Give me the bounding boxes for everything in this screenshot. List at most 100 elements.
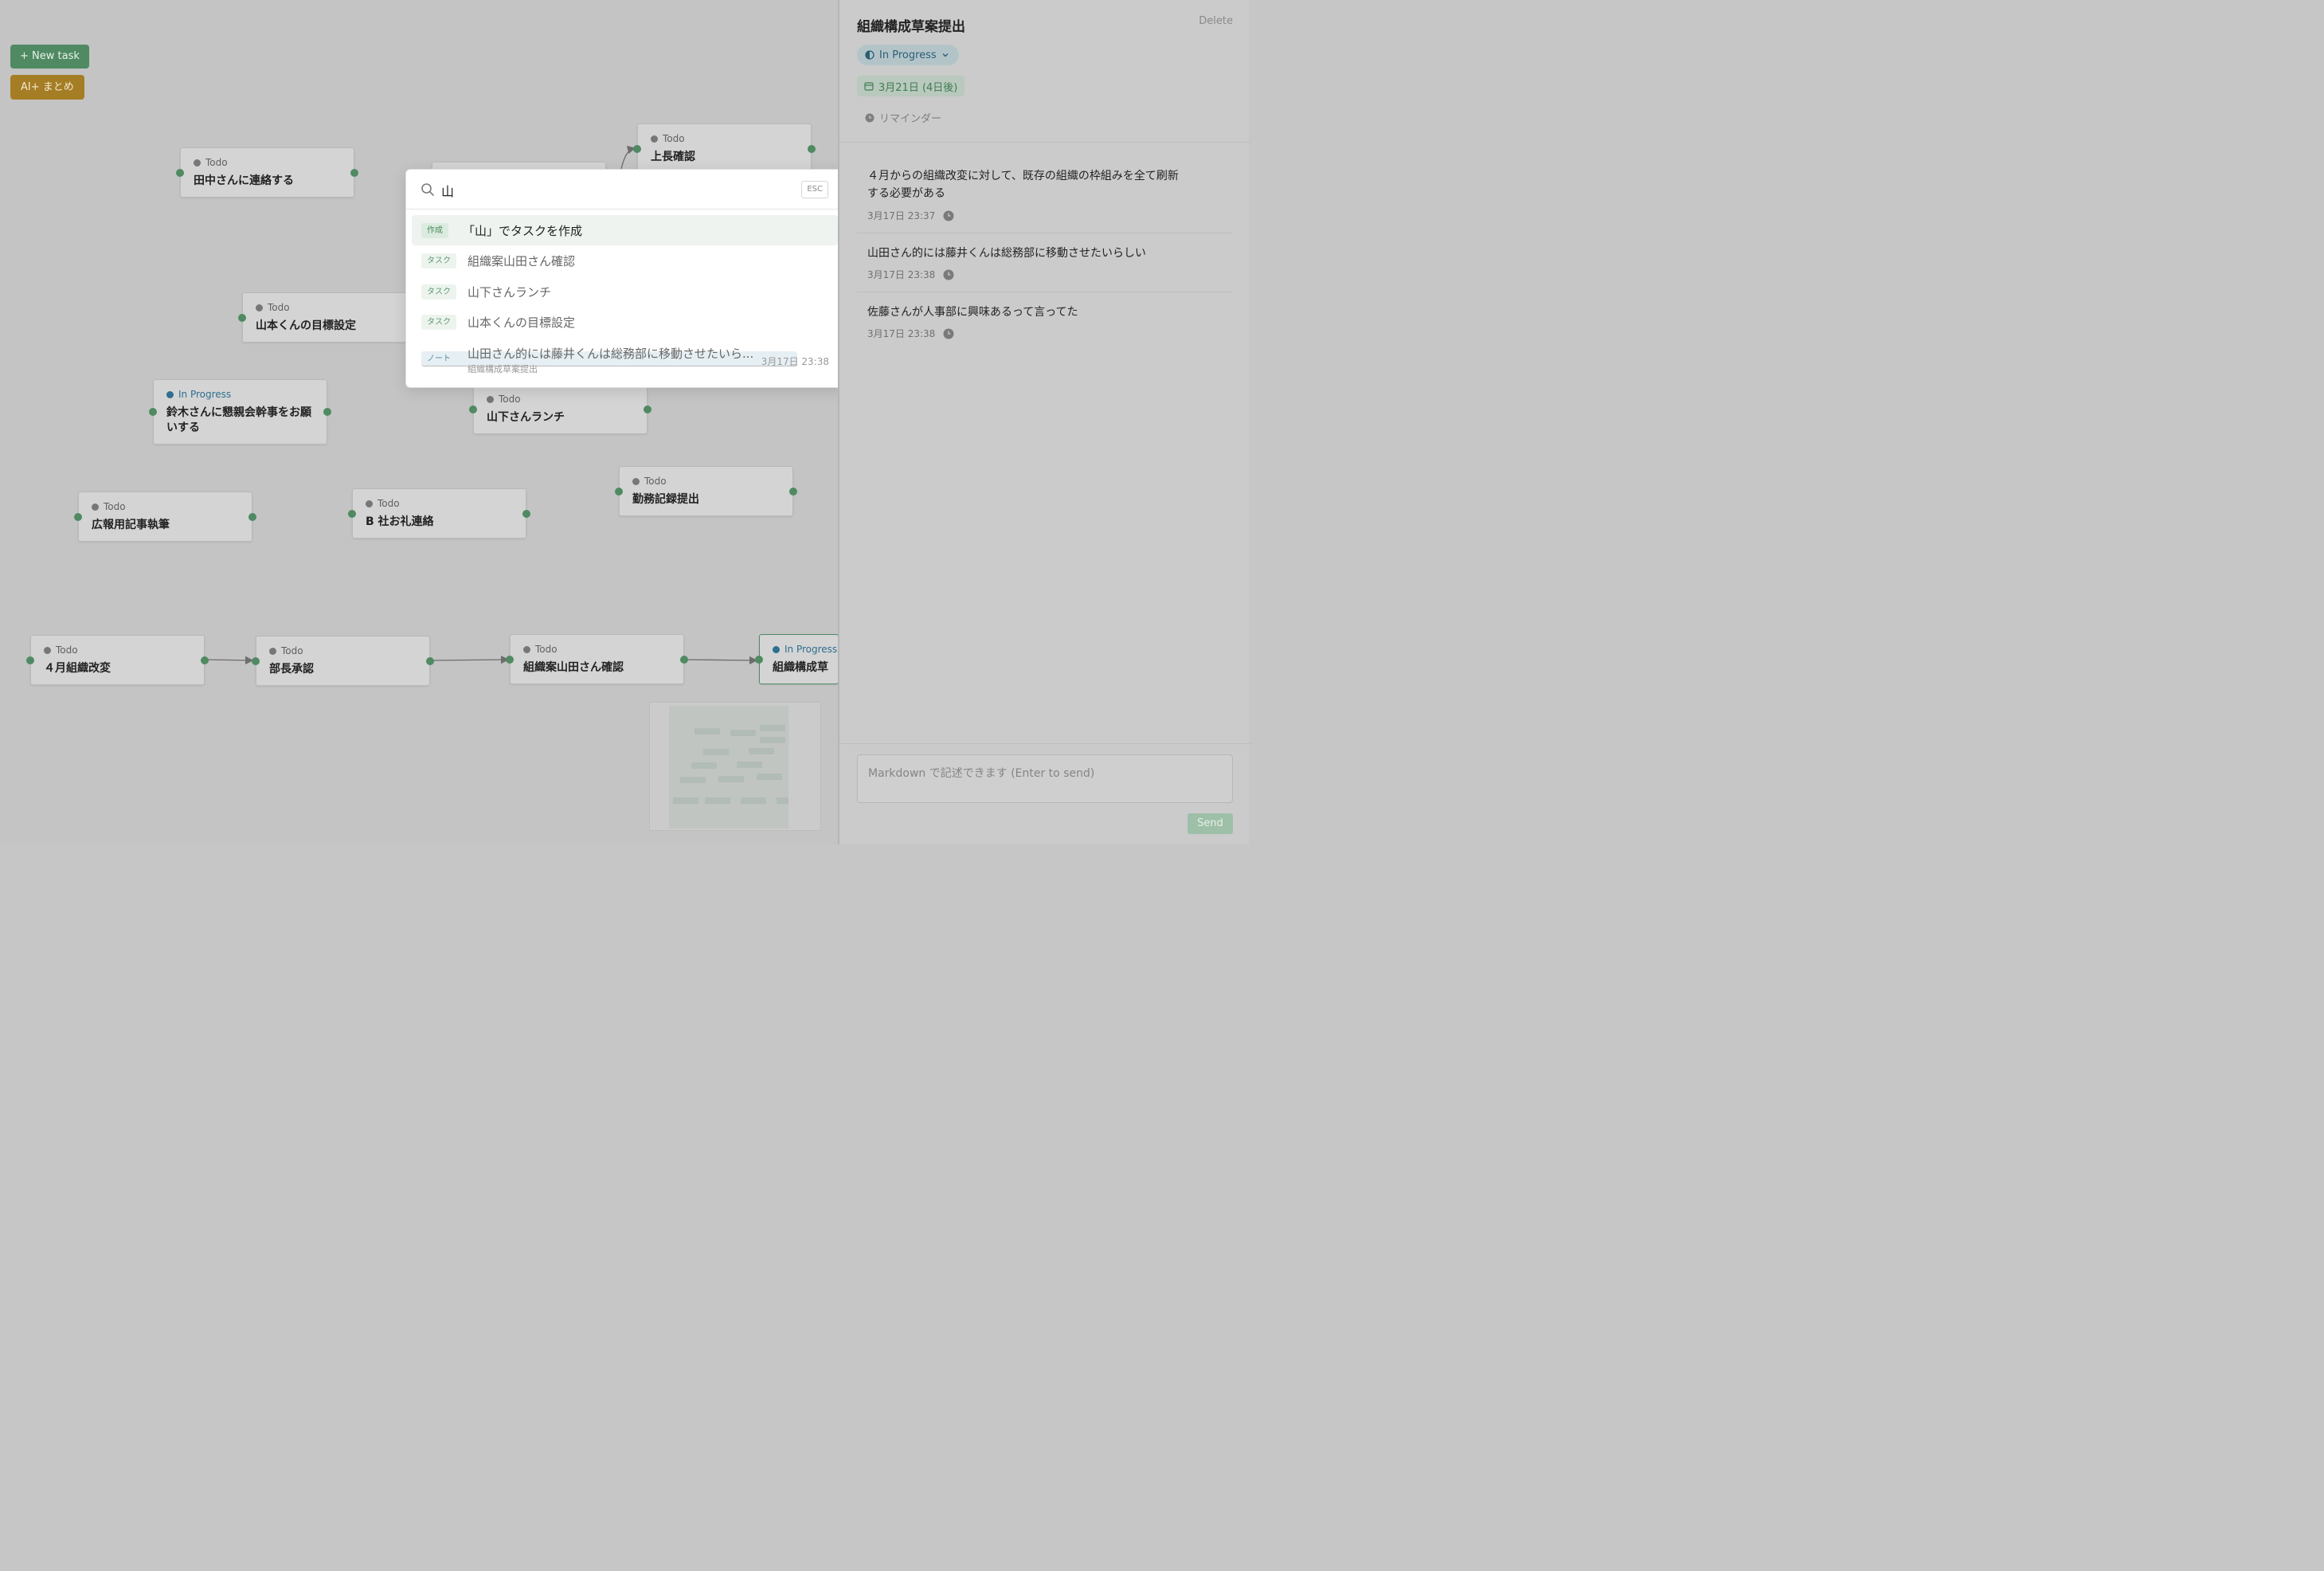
- task-node[interactable]: In Progress 鈴木さんに懇親会幹事をお願いする: [149, 379, 331, 445]
- chevron-down-icon: [942, 53, 949, 57]
- palette-search-bar: 山 ESC: [406, 170, 843, 210]
- status-badge: Todo: [194, 157, 228, 168]
- divider: [839, 743, 1250, 744]
- task-title: 組織構成草案提出: [773, 661, 828, 674]
- node-handle-out[interactable]: [248, 512, 256, 521]
- node-handle-out[interactable]: [350, 168, 358, 177]
- minimap-node: [680, 777, 706, 783]
- minimap-node: [749, 748, 774, 754]
- flow-canvas[interactable]: + New task AI+ まとめ Todo 田中さんに連絡する Todo 上…: [0, 0, 838, 844]
- status-dot-icon: [269, 647, 276, 655]
- minimap-node: [703, 749, 729, 755]
- node-handle-in[interactable]: [26, 656, 34, 664]
- task-node[interactable]: Todo 山下さんランチ: [469, 384, 651, 434]
- task-detail-panel: 組織構成草案提出 Delete In Progress 3月21日 (4日後) …: [838, 0, 1250, 844]
- node-handle-in[interactable]: [348, 509, 356, 518]
- page-title: 組織構成草案提出: [857, 19, 965, 35]
- status-dot-icon: [366, 500, 373, 507]
- clock-icon[interactable]: [943, 269, 954, 280]
- node-handle-in[interactable]: [176, 168, 184, 177]
- note-item: 山田さん的には藤井くんは総務部に移動させたいらしい 3月17日 23:38: [857, 245, 1233, 292]
- node-handle-in[interactable]: [755, 655, 763, 664]
- result-label: 組織案山田さん確認: [468, 254, 576, 268]
- note-input[interactable]: Markdown で記述できます (Enter to send): [857, 754, 1233, 803]
- palette-result-task[interactable]: タスク 組織案山田さん確認: [412, 245, 838, 276]
- clock-icon[interactable]: [943, 210, 954, 221]
- palette-result-create[interactable]: 作成 「山」でタスクを作成: [412, 215, 838, 245]
- divider: [839, 142, 1250, 143]
- node-handle-in[interactable]: [506, 655, 514, 664]
- result-label: 山田さん的には藤井くんは総務部に移動させたいら...: [468, 347, 754, 361]
- task-node[interactable]: Todo 上長確認: [633, 123, 816, 174]
- send-button[interactable]: Send: [1187, 813, 1233, 834]
- node-handle-out[interactable]: [789, 487, 797, 496]
- search-icon: [421, 183, 434, 196]
- status-dot-icon: [256, 304, 263, 311]
- result-tag: タスク: [421, 284, 456, 300]
- result-tag: 作成: [421, 223, 448, 238]
- clock-icon[interactable]: [943, 328, 954, 339]
- node-handle-in[interactable]: [615, 487, 623, 496]
- node-handle-out[interactable]: [522, 509, 530, 518]
- node-handle-out[interactable]: [644, 405, 651, 413]
- node-handle-out[interactable]: [323, 408, 331, 416]
- task-title: 鈴木さんに懇親会幹事をお願いする: [166, 406, 311, 434]
- status-dot-icon: [773, 645, 780, 653]
- status-dot-icon: [194, 159, 201, 167]
- command-palette: 山 ESC 作成 「山」でタスクを作成 タスク 組織案山田さん確認 タスク 山下…: [405, 169, 843, 388]
- task-node[interactable]: Todo 田中さんに連絡する: [176, 147, 358, 198]
- status-badge: Todo: [523, 644, 558, 655]
- palette-search-input[interactable]: 山: [441, 181, 454, 200]
- clock-icon: [865, 113, 874, 122]
- reminder-button[interactable]: リマインダー: [865, 110, 941, 125]
- calendar-icon: [864, 82, 874, 91]
- node-handle-in[interactable]: [252, 656, 260, 665]
- note-text: 山田さん的には藤井くんは総務部に移動させたいらしい: [867, 247, 1146, 260]
- palette-result-task[interactable]: タスク 山本くんの目標設定: [412, 307, 838, 337]
- minimap-node: [730, 730, 756, 736]
- node-handle-out[interactable]: [201, 656, 209, 664]
- esc-key-hint[interactable]: ESC: [801, 181, 828, 198]
- result-label: 山下さんランチ: [468, 285, 552, 300]
- result-sublabel: 組織構成草案提出: [468, 364, 538, 374]
- task-title: B 社お礼連絡: [366, 515, 434, 528]
- task-title: 田中さんに連絡する: [194, 174, 294, 187]
- minimap[interactable]: [649, 702, 821, 831]
- due-date-label: 3月21日 (4日後): [878, 81, 958, 94]
- palette-result-note[interactable]: ノート 山田さん的には藤井くんは総務部に移動させたいら... 組織構成草案提出 …: [412, 339, 838, 378]
- palette-result-task[interactable]: タスク 山下さんランチ: [412, 276, 838, 307]
- task-node[interactable]: Todo 部長承認: [252, 636, 434, 686]
- note-text: ４月からの組織改変に対して、既存の組織の枠組みを全て刷新する必要がある: [867, 170, 1179, 200]
- half-circle-icon: [865, 50, 874, 60]
- task-node[interactable]: Todo 山本くんの目標設定: [238, 292, 421, 343]
- node-handle-in[interactable]: [74, 512, 82, 521]
- task-node[interactable]: Todo 組織案山田さん確認: [506, 634, 688, 684]
- node-handle-in[interactable]: [149, 408, 157, 416]
- status-dot-icon: [523, 645, 530, 653]
- result-timestamp: 3月17日 23:38: [761, 356, 829, 367]
- status-dropdown[interactable]: In Progress: [857, 45, 959, 65]
- minimap-node: [760, 725, 785, 731]
- node-handle-in[interactable]: [469, 405, 477, 413]
- task-title: 勤務記録提出: [632, 493, 699, 506]
- delete-button[interactable]: Delete: [1199, 15, 1233, 27]
- minimap-node: [737, 762, 762, 768]
- task-node-selected[interactable]: In Progress 組織構成草案提出: [755, 634, 838, 684]
- node-handle-out[interactable]: [680, 655, 688, 664]
- node-handle-out[interactable]: [808, 144, 816, 153]
- minimap-node: [777, 797, 788, 804]
- node-handle-out[interactable]: [426, 656, 434, 665]
- task-node[interactable]: Todo B 社お礼連絡: [348, 488, 530, 539]
- task-node[interactable]: Todo 広報用記事執筆: [74, 492, 256, 542]
- minimap-node: [673, 797, 698, 804]
- status-badge: Todo: [366, 498, 400, 509]
- task-title: 上長確認: [651, 151, 695, 163]
- status-badge: Todo: [256, 302, 290, 313]
- node-handle-in[interactable]: [633, 144, 641, 153]
- node-handle-in[interactable]: [238, 313, 246, 322]
- status-dot-icon: [44, 646, 51, 654]
- task-title: 広報用記事執筆: [92, 519, 170, 531]
- task-node[interactable]: Todo 勤務記録提出: [615, 466, 797, 516]
- task-node[interactable]: Todo ４月組織改変: [26, 635, 209, 685]
- due-date-button[interactable]: 3月21日 (4日後): [857, 76, 965, 96]
